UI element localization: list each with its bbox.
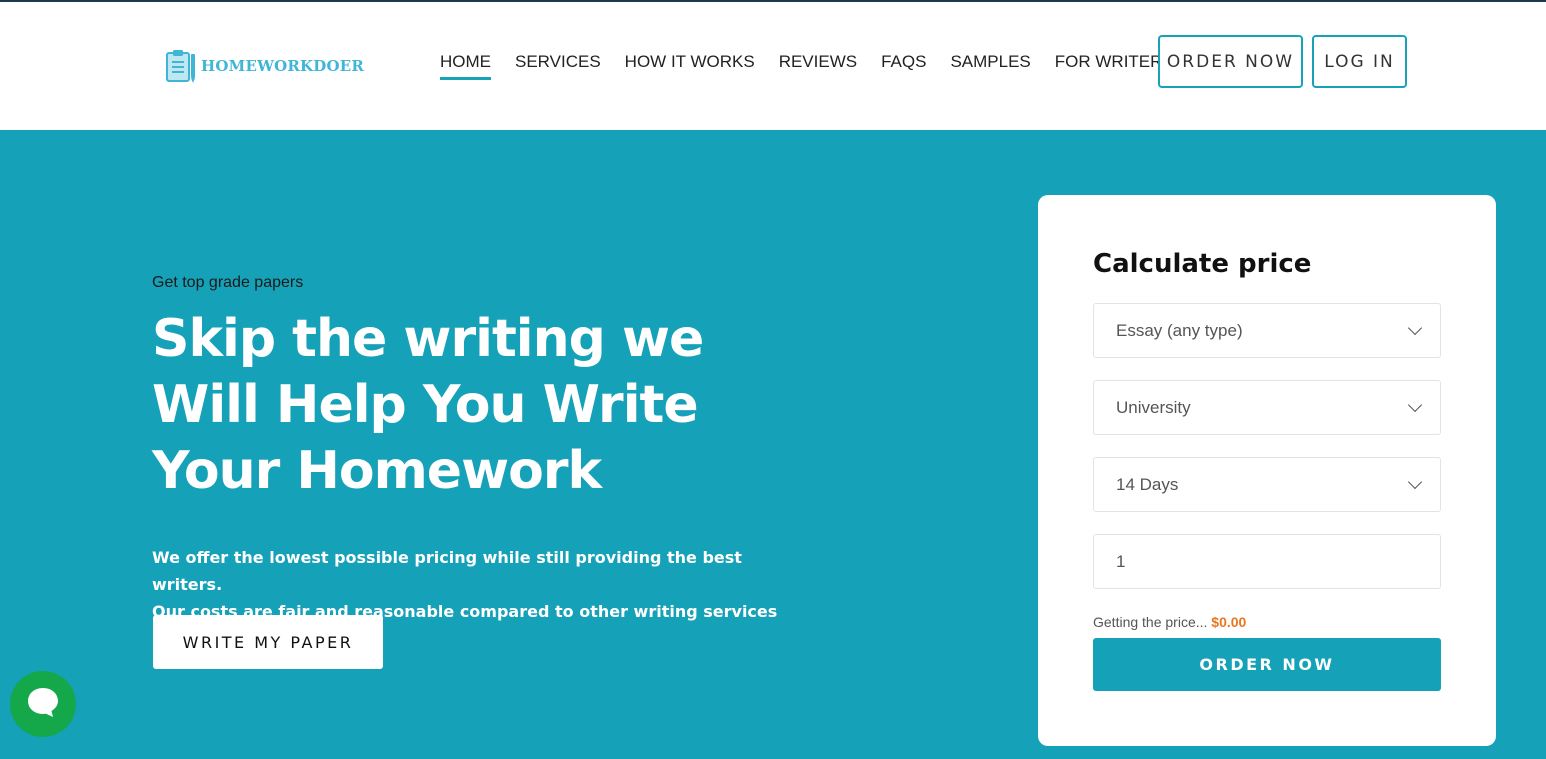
deadline-value: 14 Days bbox=[1116, 474, 1179, 494]
price-value: $0.00 bbox=[1211, 614, 1247, 630]
chat-bubble-icon bbox=[25, 684, 61, 725]
description-line-1: We offer the lowest possible pricing whi… bbox=[152, 548, 742, 594]
header-order-now-button[interactable]: ORDER NOW bbox=[1158, 35, 1303, 88]
paper-type-select[interactable]: Essay (any type) bbox=[1093, 303, 1441, 358]
nav-item-services[interactable]: SERVICES bbox=[515, 52, 601, 80]
brand-name: HOMEWORKDOER bbox=[201, 57, 365, 75]
logo[interactable]: HOMEWORKDOER bbox=[165, 48, 364, 84]
calculator-title: Calculate price bbox=[1093, 249, 1312, 279]
headline-line-2: Will Help You Write bbox=[152, 375, 699, 435]
pages-value: 1 bbox=[1116, 551, 1126, 571]
hero-headline: Skip the writing we Will Help You Write … bbox=[152, 306, 752, 504]
price-calculator-card: Calculate price Essay (any type) Univers… bbox=[1038, 195, 1496, 746]
academic-level-select[interactable]: University bbox=[1093, 380, 1441, 435]
price-label: Getting the price... bbox=[1093, 614, 1208, 630]
nav-item-home[interactable]: HOME bbox=[440, 52, 491, 80]
main-nav: HOME SERVICES HOW IT WORKS REVIEWS FAQS … bbox=[440, 52, 1198, 80]
headline-line-3: Your Homework bbox=[152, 441, 602, 501]
login-button[interactable]: LOG IN bbox=[1312, 35, 1407, 88]
calculator-order-now-button[interactable]: ORDER NOW bbox=[1093, 638, 1441, 691]
site-header: HOMEWORKDOER HOME SERVICES HOW IT WORKS … bbox=[0, 2, 1546, 130]
chat-widget-button[interactable] bbox=[10, 671, 76, 737]
nav-item-how-it-works[interactable]: HOW IT WORKS bbox=[625, 52, 755, 80]
hero-description: We offer the lowest possible pricing whi… bbox=[152, 544, 792, 625]
write-my-paper-button[interactable]: WRITE MY PAPER bbox=[153, 615, 383, 669]
nav-item-reviews[interactable]: REVIEWS bbox=[779, 52, 857, 80]
price-status: Getting the price... $0.00 bbox=[1093, 614, 1246, 630]
hero-eyebrow: Get top grade papers bbox=[152, 274, 304, 291]
headline-line-1: Skip the writing we bbox=[152, 309, 704, 369]
chevron-down-icon bbox=[1407, 474, 1423, 490]
clipboard-icon bbox=[165, 48, 197, 84]
hero-section: Get top grade papers Skip the writing we… bbox=[0, 130, 1546, 759]
pages-input[interactable]: 1 bbox=[1093, 534, 1441, 589]
paper-type-value: Essay (any type) bbox=[1116, 320, 1243, 340]
chevron-down-icon bbox=[1407, 397, 1423, 413]
chevron-down-icon bbox=[1407, 320, 1423, 336]
nav-item-for-writers[interactable]: FOR WRITERS bbox=[1055, 52, 1174, 80]
deadline-select[interactable]: 14 Days bbox=[1093, 457, 1441, 512]
nav-item-samples[interactable]: SAMPLES bbox=[950, 52, 1030, 80]
nav-item-faqs[interactable]: FAQS bbox=[881, 52, 926, 80]
academic-level-value: University bbox=[1116, 397, 1191, 417]
